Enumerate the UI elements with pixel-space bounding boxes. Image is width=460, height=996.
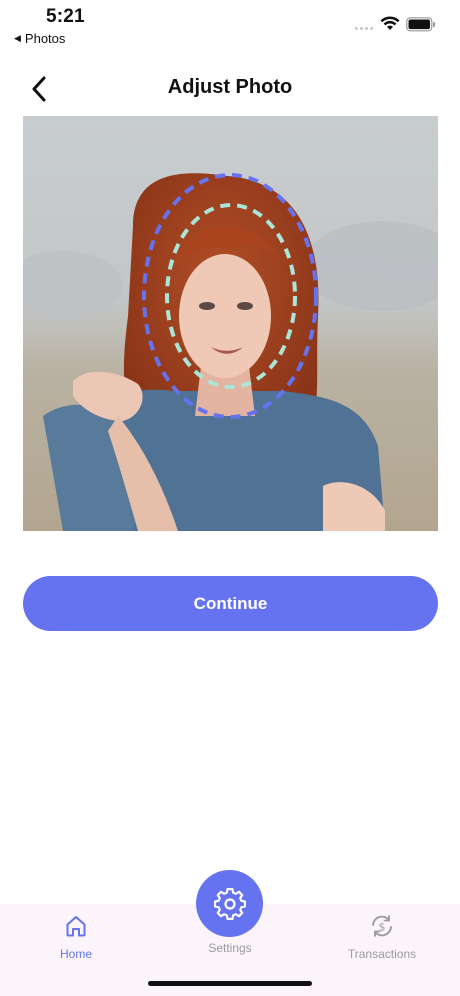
tab-home-label: Home bbox=[59, 947, 92, 961]
adjust-photo-screen: 5:21 ◀ Photos Adjust Photo Continue Home… bbox=[0, 0, 460, 996]
svg-text:$: $ bbox=[379, 921, 386, 934]
gear-icon bbox=[213, 887, 246, 920]
tab-home[interactable]: Home bbox=[16, 912, 136, 961]
tab-transactions[interactable]: $ Transactions bbox=[322, 912, 442, 961]
portrait-image bbox=[23, 116, 438, 531]
tab-settings-label: Settings bbox=[208, 941, 252, 955]
settings-fab-button[interactable] bbox=[196, 870, 263, 937]
back-app-label: Photos bbox=[24, 31, 66, 46]
header: Adjust Photo bbox=[0, 64, 460, 114]
status-time: 5:21 bbox=[46, 6, 85, 27]
page-title: Adjust Photo bbox=[167, 76, 293, 98]
portrait-photo[interactable] bbox=[23, 116, 438, 531]
status-bar: 5:21 ◀ Photos bbox=[0, 0, 460, 50]
battery-icon bbox=[406, 17, 435, 32]
home-icon bbox=[66, 916, 86, 937]
currency-exchange-icon: $ bbox=[372, 915, 392, 937]
back-to-app-link[interactable]: ◀ Photos bbox=[14, 31, 65, 46]
continue-button[interactable]: Continue bbox=[23, 576, 438, 631]
tab-transactions-label: Transactions bbox=[347, 947, 417, 961]
wifi-icon bbox=[380, 16, 400, 30]
cellular-signal-icon bbox=[355, 27, 373, 30]
home-indicator bbox=[148, 981, 312, 986]
back-triangle-icon: ◀ bbox=[14, 33, 21, 43]
